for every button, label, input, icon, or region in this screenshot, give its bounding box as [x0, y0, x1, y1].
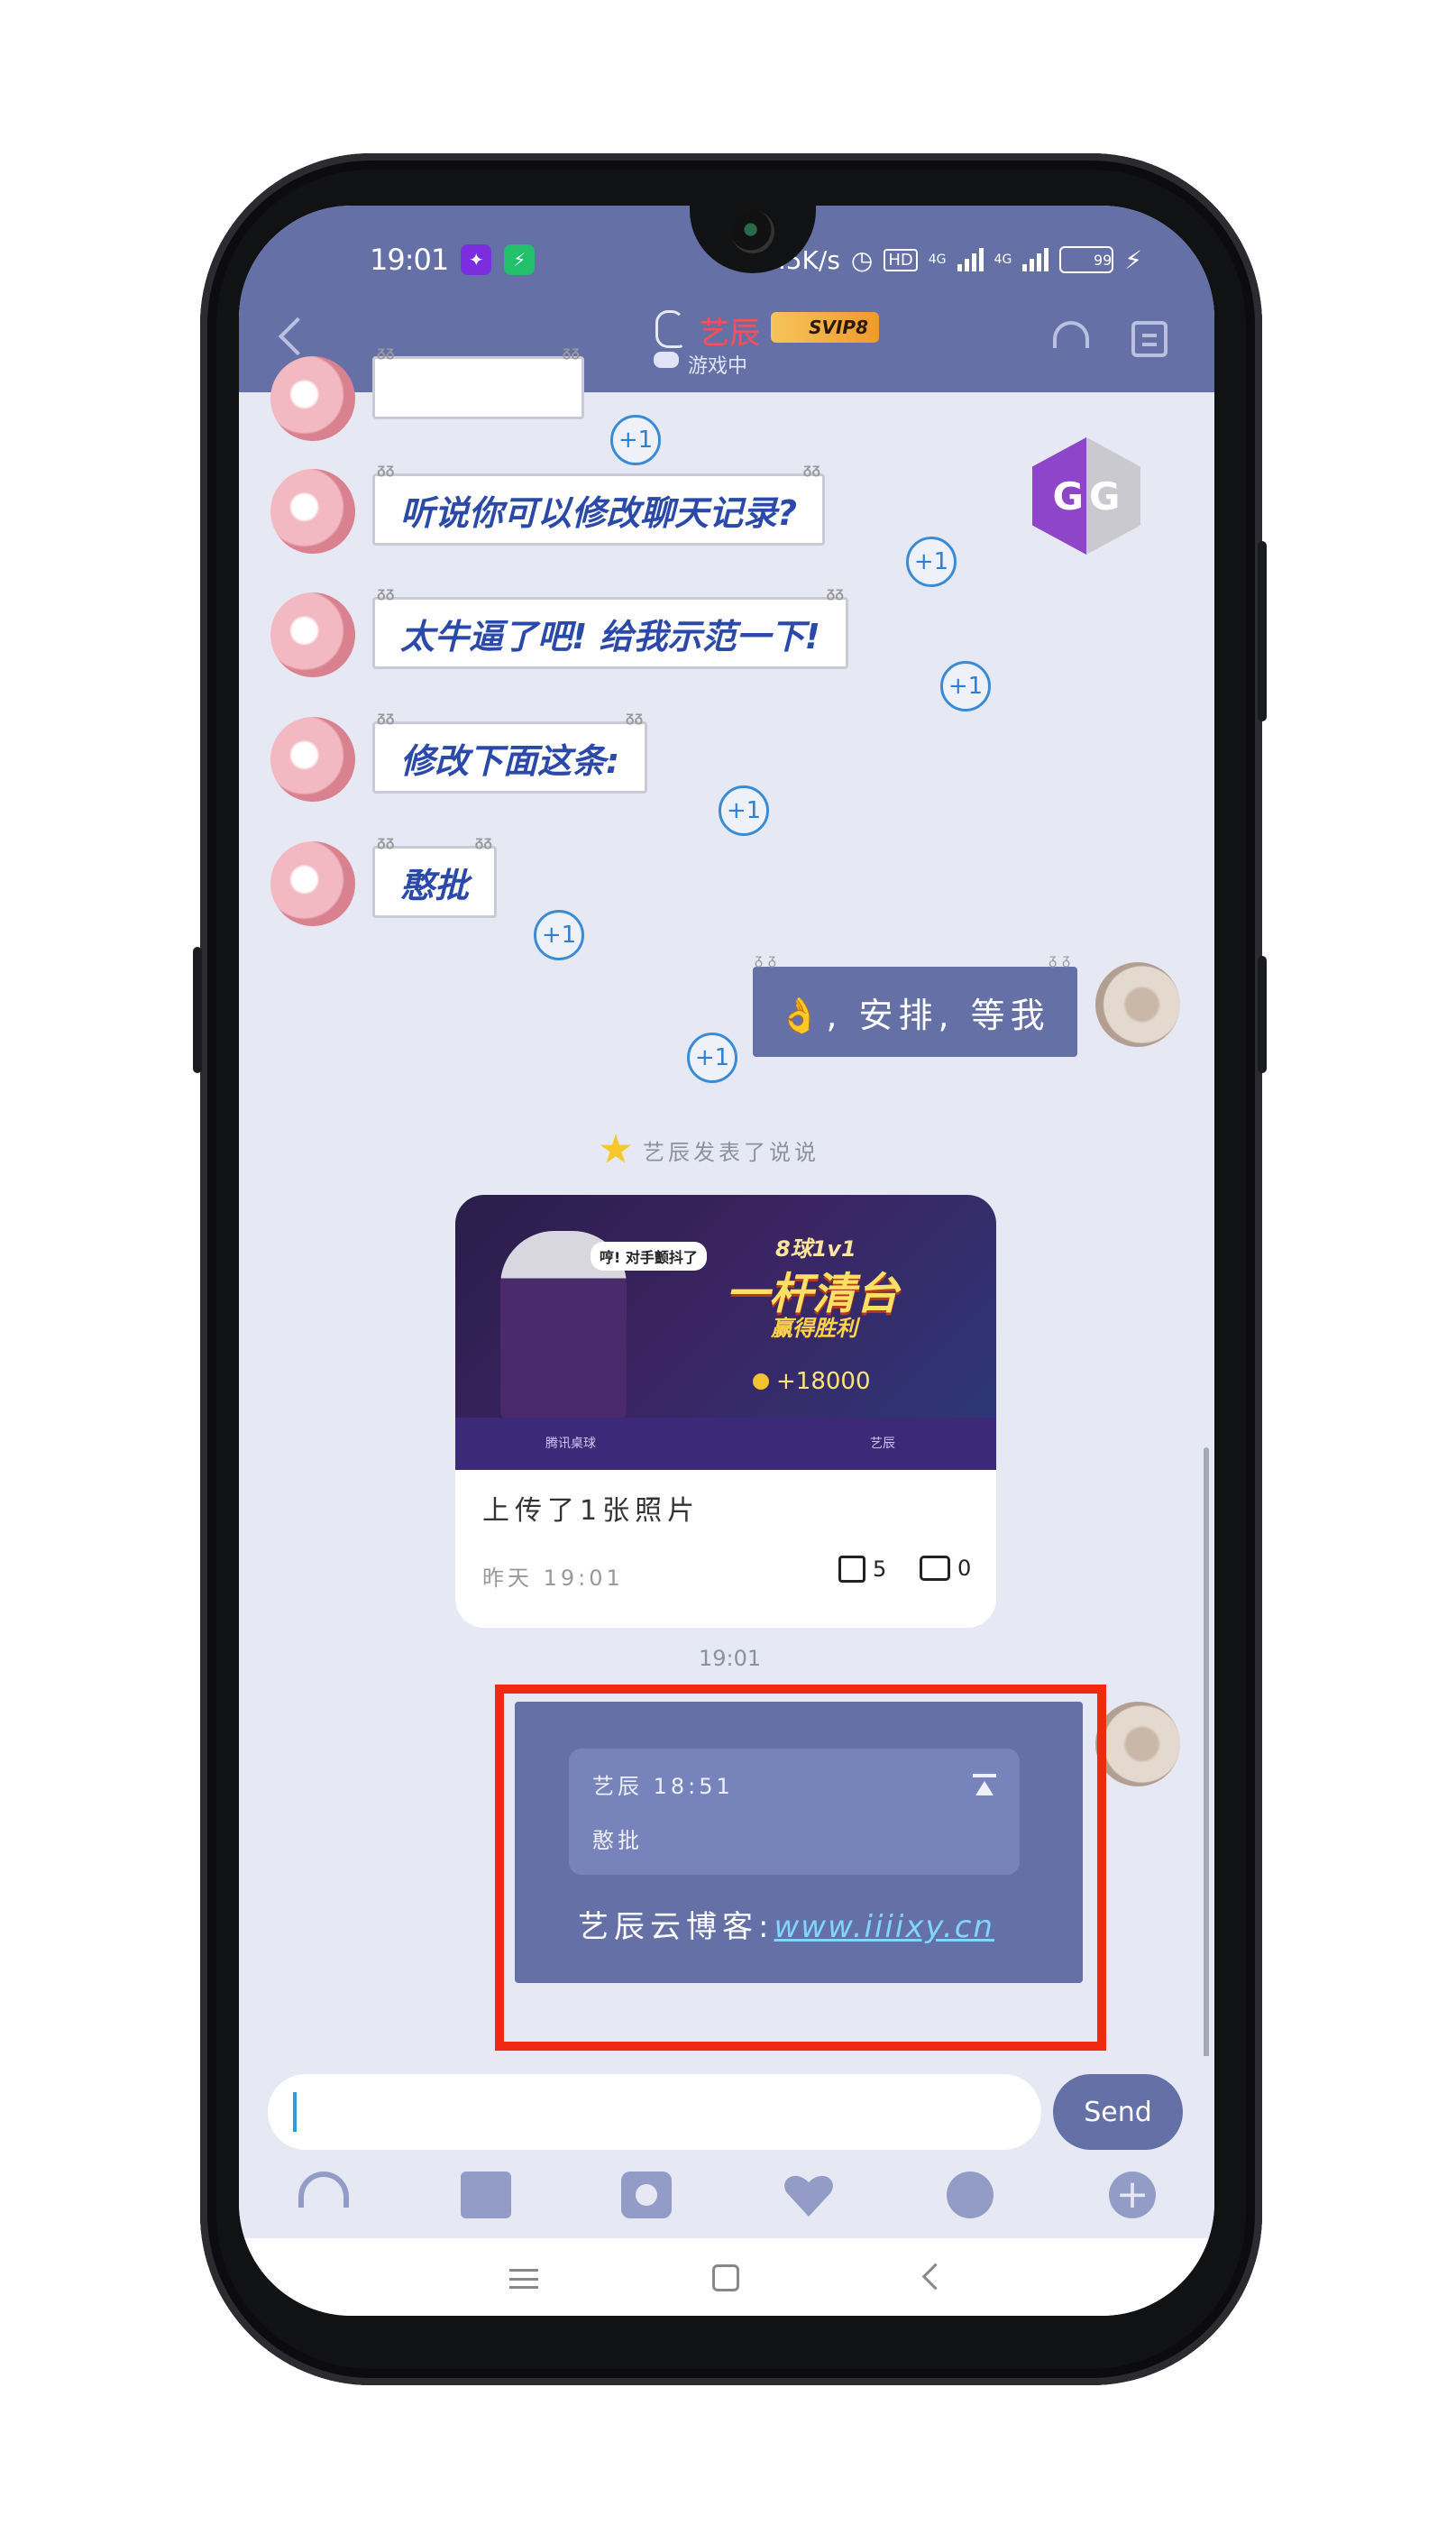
- system-notice[interactable]: 艺辰发表了说说: [600, 1132, 820, 1168]
- contact-avatar[interactable]: [270, 717, 355, 802]
- emoji-icon[interactable]: [947, 2172, 994, 2218]
- charging-notification-icon: ⚡: [504, 244, 536, 275]
- headset-icon[interactable]: [1053, 321, 1089, 357]
- heart-icon[interactable]: [783, 2172, 834, 2218]
- text-caret: [293, 2092, 297, 2132]
- my-message-bubble[interactable]: 👌, 安排, 等我: [753, 950, 1077, 1057]
- status-time: 19:01: [370, 243, 449, 277]
- comment-icon: [920, 1556, 950, 1581]
- image-picker-icon[interactable]: [461, 2172, 511, 2218]
- post-card[interactable]: 哼! 对手颤抖了 8球1v1 一杆清台 赢得胜利 +18000 腾讯桌球 艺辰 …: [455, 1195, 996, 1628]
- plus-one-button[interactable]: +1: [534, 910, 584, 960]
- svip-badge: SVIP8: [771, 312, 879, 343]
- volume-button: [193, 947, 202, 1073]
- app-notification-icon: ✦: [461, 244, 492, 275]
- message-bubble[interactable]: 憨批: [372, 832, 498, 918]
- my-avatar[interactable]: [1095, 962, 1180, 1047]
- post-image[interactable]: 哼! 对手颤抖了 8球1v1 一杆清台 赢得胜利 +18000 腾讯桌球 艺辰: [455, 1195, 996, 1470]
- contact-name: 艺辰: [699, 316, 760, 352]
- plus-one-button[interactable]: +1: [940, 661, 991, 712]
- comment-button[interactable]: 0: [920, 1556, 971, 1581]
- message-input[interactable]: [268, 2074, 1041, 2150]
- gg-logo-icon: GG: [1032, 437, 1140, 555]
- message-bubble[interactable]: 听说你可以修改聊天记录?: [372, 460, 826, 546]
- contact-avatar[interactable]: [270, 592, 355, 677]
- plus-one-button[interactable]: +1: [610, 415, 661, 465]
- signal-1-icon: [957, 248, 984, 271]
- image-footer-strip: 腾讯桌球 艺辰: [455, 1418, 996, 1470]
- plus-one-button[interactable]: +1: [687, 1033, 737, 1083]
- camera-icon[interactable]: [621, 2172, 672, 2218]
- contact-avatar[interactable]: [270, 356, 355, 441]
- message-bubble[interactable]: 太牛逼了吧! 给我示范一下!: [372, 583, 848, 669]
- image-user-name: 艺辰: [870, 1437, 895, 1451]
- qzone-star-icon: [600, 1134, 632, 1163]
- message-bubble[interactable]: 修改下面这条:: [372, 708, 648, 794]
- message-bubble-partial[interactable]: [372, 343, 584, 419]
- like-button[interactable]: 5: [838, 1556, 886, 1583]
- menu-notes-icon[interactable]: [1131, 321, 1168, 357]
- input-row: Send: [239, 2056, 1214, 2155]
- gamepad-icon: [654, 352, 679, 368]
- network-2-label: 4G: [994, 252, 1012, 267]
- voice-button[interactable]: [298, 2172, 349, 2218]
- chat-title[interactable]: 艺辰 SVIP8 游戏中: [645, 305, 915, 386]
- plus-one-button[interactable]: +1: [719, 785, 769, 836]
- contact-avatar[interactable]: [270, 469, 355, 554]
- recents-icon[interactable]: [509, 2269, 538, 2289]
- hd-badge: HD: [884, 248, 918, 271]
- contact-status: 游戏中: [688, 355, 748, 378]
- front-camera: [731, 210, 774, 253]
- chat-area[interactable]: +1 GG 听说你可以修改聊天记录? +1 太牛逼了吧! 给我示范一下! +1 …: [239, 343, 1214, 2241]
- power-button: [1258, 541, 1267, 721]
- my-avatar[interactable]: [1095, 1702, 1180, 1786]
- screen: 19:01 ✦ ⚡ 1.5K/s ◷ HD 4G 4G 99 ⚡ 艺辰 SVIP…: [239, 206, 1214, 2316]
- system-nav-bar: [239, 2238, 1214, 2316]
- image-coins: +18000: [753, 1368, 871, 1395]
- send-button[interactable]: Send: [1053, 2074, 1183, 2150]
- side-button: [1258, 956, 1267, 1073]
- home-icon[interactable]: [712, 2264, 739, 2291]
- thumbs-up-icon: [838, 1556, 865, 1583]
- plus-icon[interactable]: +: [1109, 2172, 1156, 2218]
- contact-avatar[interactable]: [270, 841, 355, 926]
- image-app-name: 腾讯桌球: [545, 1437, 596, 1451]
- post-caption: 上传了1张照片: [482, 1495, 701, 1527]
- headset-icon: [298, 2172, 349, 2208]
- image-sub-text: 赢得胜利: [771, 1316, 857, 1341]
- plus-one-button[interactable]: +1: [906, 537, 957, 587]
- ear-icon: [655, 310, 684, 348]
- fast-charge-icon: ⚡: [1124, 244, 1142, 275]
- chat-toolbar: +: [239, 2155, 1214, 2238]
- nav-back-icon[interactable]: [921, 2263, 949, 2291]
- status-bar-right: 1.5K/s ◷ HD 4G 4G 99 ⚡: [762, 242, 1142, 278]
- back-icon[interactable]: [278, 317, 317, 356]
- network-1-label: 4G: [928, 252, 947, 267]
- post-time: 昨天 19:01: [482, 1566, 624, 1591]
- signal-2-icon: [1022, 248, 1049, 271]
- battery-icon: 99: [1059, 246, 1114, 273]
- time-divider: 19:01: [699, 1646, 762, 1671]
- alarm-icon: ◷: [850, 244, 874, 275]
- image-speech-text: 哼! 对手颤抖了: [591, 1242, 707, 1271]
- status-bar-left: 19:01 ✦ ⚡: [370, 242, 536, 278]
- system-notice-text: 艺辰发表了说说: [643, 1139, 820, 1165]
- highlight-box: [495, 1685, 1106, 2051]
